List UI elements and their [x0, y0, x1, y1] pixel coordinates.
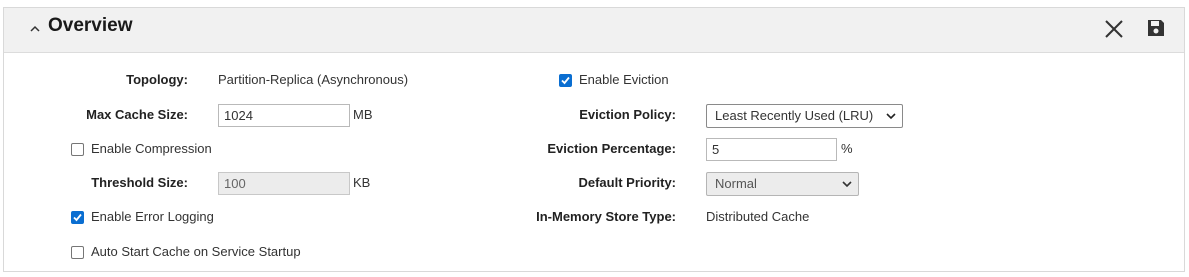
max-cache-size-input[interactable]: 1024: [218, 104, 350, 127]
topology-label: Topology:: [126, 72, 188, 87]
threshold-size-input: 100: [218, 172, 350, 195]
enable-error-logging-label: Enable Error Logging: [91, 209, 214, 224]
eviction-policy-value: Least Recently Used (LRU): [715, 108, 874, 123]
max-cache-size-unit: MB: [353, 107, 373, 122]
topology-value: Partition-Replica (Asynchronous): [218, 72, 409, 87]
check-icon: [561, 76, 570, 85]
close-icon[interactable]: [1104, 19, 1124, 39]
chevron-down-icon: [842, 181, 852, 188]
default-priority-label: Default Priority:: [578, 175, 676, 190]
enable-error-logging-checkbox[interactable]: [71, 211, 84, 224]
threshold-size-label: Threshold Size:: [91, 175, 188, 190]
overview-panel: Overview: [3, 7, 1185, 272]
in-memory-store-type-value: Distributed Cache: [706, 209, 810, 224]
enable-eviction-label: Enable Eviction: [579, 72, 669, 87]
check-icon: [73, 213, 82, 222]
enable-compression-checkbox[interactable]: [71, 143, 84, 156]
eviction-policy-label: Eviction Policy:: [579, 107, 676, 122]
auto-start-label: Auto Start Cache on Service Startup: [91, 244, 301, 259]
enable-eviction-checkbox[interactable]: [559, 74, 572, 87]
auto-start-checkbox[interactable]: [71, 246, 84, 259]
enable-compression-label: Enable Compression: [91, 141, 212, 156]
default-priority-value: Normal: [715, 176, 757, 191]
eviction-percentage-unit: %: [841, 141, 853, 156]
threshold-size-unit: KB: [353, 175, 371, 190]
default-priority-select: Normal: [706, 172, 859, 196]
chevron-up-icon[interactable]: [29, 24, 41, 34]
eviction-percentage-input[interactable]: 5: [706, 138, 837, 161]
panel-title: Overview: [48, 15, 133, 36]
chevron-down-icon: [886, 113, 896, 120]
eviction-policy-select[interactable]: Least Recently Used (LRU): [706, 104, 903, 128]
floppy-disk-icon[interactable]: [1147, 19, 1165, 37]
eviction-percentage-label: Eviction Percentage:: [547, 141, 676, 156]
max-cache-size-label: Max Cache Size:: [86, 107, 188, 122]
in-memory-store-type-label: In-Memory Store Type:: [536, 209, 676, 224]
panel-header: Overview: [4, 8, 1184, 53]
